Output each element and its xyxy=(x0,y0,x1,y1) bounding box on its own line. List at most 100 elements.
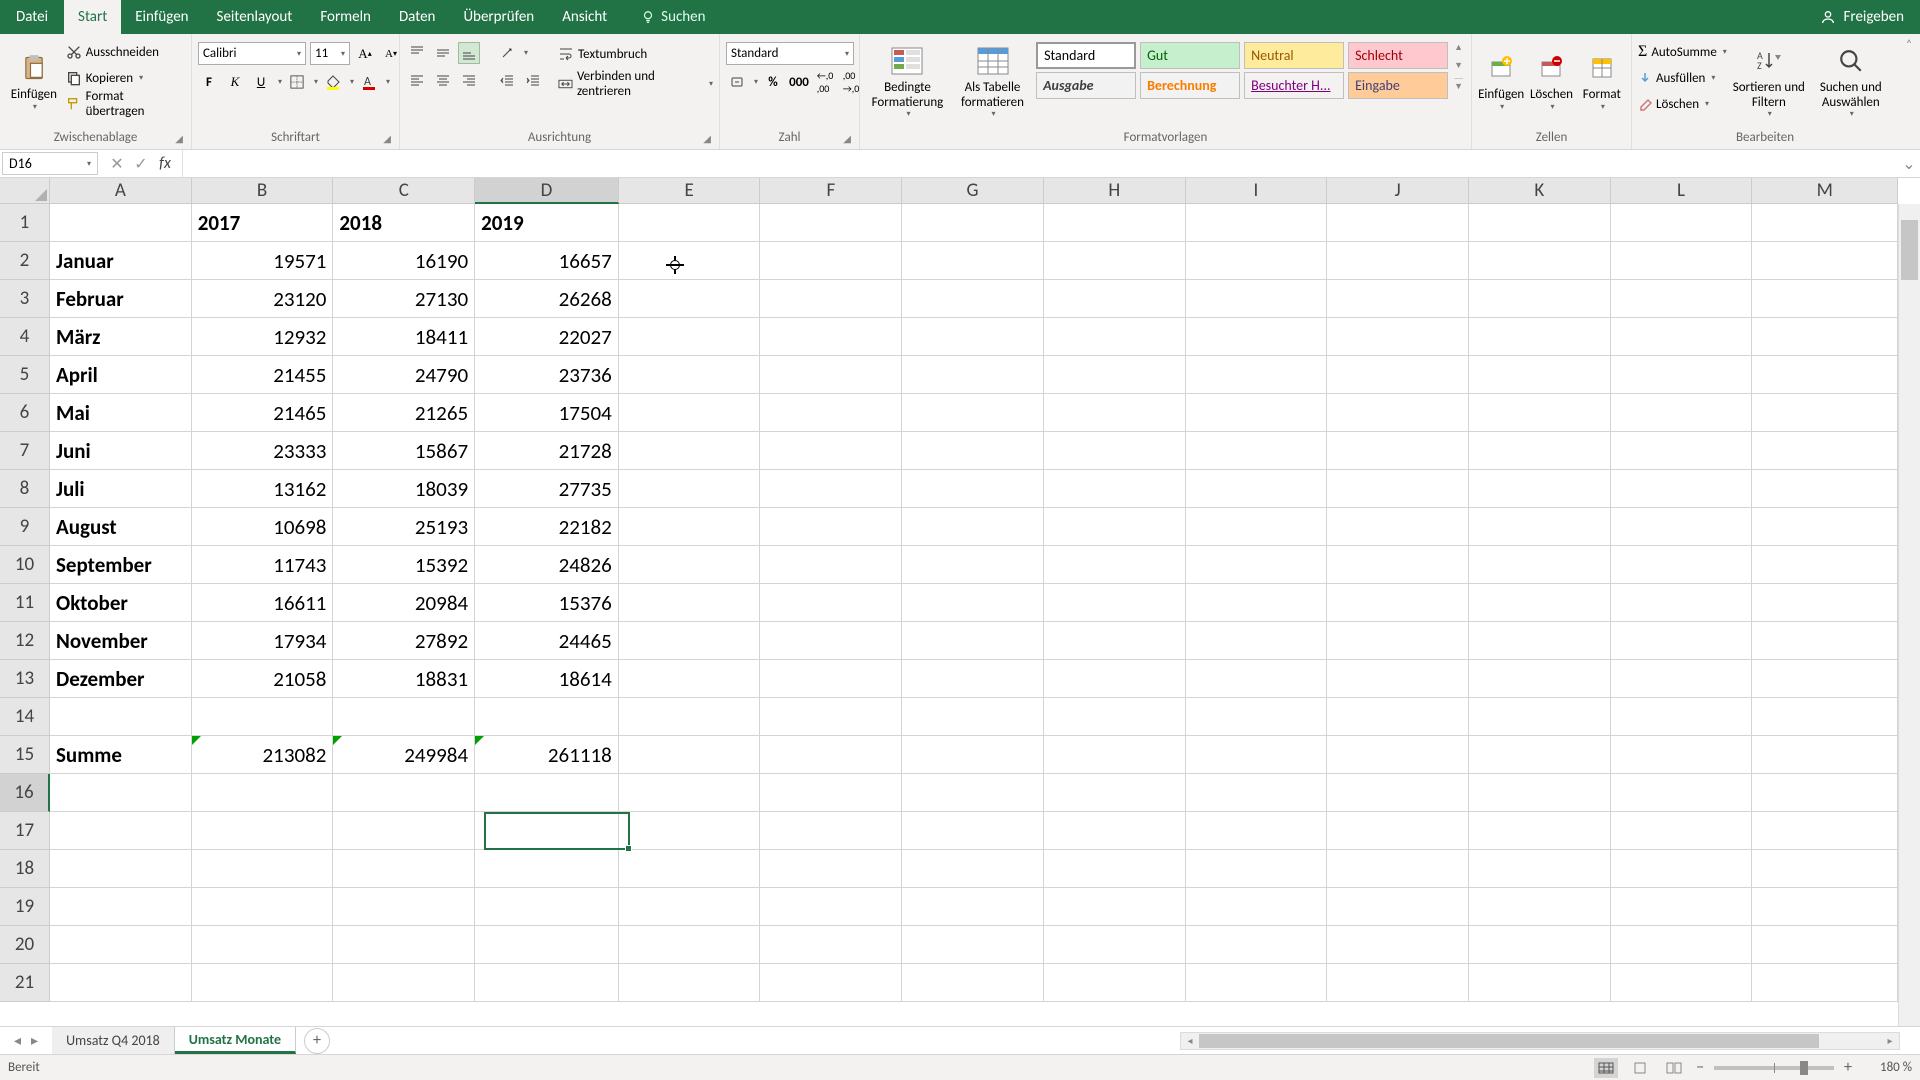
row-header-1[interactable]: 1 xyxy=(0,204,50,242)
cell[interactable]: 213082 xyxy=(192,736,334,774)
row-header-14[interactable]: 14 xyxy=(0,698,50,736)
delete-cells-button[interactable]: Löschen▾ xyxy=(1528,38,1574,122)
cell[interactable] xyxy=(1044,850,1186,888)
cell[interactable]: Summe xyxy=(50,736,192,774)
cancel-formula-button[interactable]: ✕ xyxy=(106,153,128,175)
cell[interactable] xyxy=(760,774,902,812)
enter-formula-button[interactable]: ✓ xyxy=(130,153,152,175)
cell[interactable] xyxy=(760,508,902,546)
cell[interactable] xyxy=(333,964,475,1002)
cell[interactable] xyxy=(902,926,1044,964)
cell[interactable] xyxy=(760,698,902,736)
cell[interactable]: 18411 xyxy=(333,318,475,356)
row-header-17[interactable]: 17 xyxy=(0,812,50,850)
cell[interactable] xyxy=(902,204,1044,242)
cell[interactable] xyxy=(1469,280,1611,318)
align-left-button[interactable] xyxy=(406,70,428,92)
sheet-tab-1[interactable]: Umsatz Monate xyxy=(175,1027,296,1054)
cell[interactable] xyxy=(1752,280,1898,318)
column-header-A[interactable]: A xyxy=(50,178,192,204)
cell[interactable] xyxy=(619,356,761,394)
column-header-I[interactable]: I xyxy=(1186,178,1328,204)
cell[interactable] xyxy=(475,926,619,964)
cell[interactable] xyxy=(1611,964,1753,1002)
cell[interactable] xyxy=(192,698,334,736)
align-middle-button[interactable] xyxy=(432,42,454,64)
row-header-4[interactable]: 4 xyxy=(0,318,50,356)
cell[interactable] xyxy=(1611,812,1753,850)
cell[interactable] xyxy=(1611,850,1753,888)
format-painter-button[interactable]: Format übertragen xyxy=(66,92,185,116)
cell[interactable] xyxy=(1186,508,1328,546)
row-header-11[interactable]: 11 xyxy=(0,584,50,622)
cell[interactable]: 27130 xyxy=(333,280,475,318)
wrap-text-button[interactable]: Textumbruch xyxy=(558,42,713,66)
cell[interactable] xyxy=(1186,318,1328,356)
cell[interactable] xyxy=(1044,546,1186,584)
align-top-button[interactable] xyxy=(406,42,428,64)
cell[interactable] xyxy=(902,432,1044,470)
align-bottom-button[interactable] xyxy=(458,42,480,64)
cell[interactable] xyxy=(760,242,902,280)
cellstyle-standard[interactable]: Standard xyxy=(1036,42,1136,69)
font-name-combo[interactable]: Calibri▾ xyxy=(198,42,306,65)
cell[interactable] xyxy=(760,660,902,698)
cell[interactable] xyxy=(333,774,475,812)
styles-more[interactable]: ▼ xyxy=(1454,78,1463,92)
cell[interactable] xyxy=(760,204,902,242)
cell[interactable] xyxy=(760,280,902,318)
cell[interactable]: 2018 xyxy=(333,204,475,242)
worksheet-grid[interactable]: ABCDEFGHIJKLM 12345678910111213141516171… xyxy=(0,178,1920,1026)
cell[interactable]: 17934 xyxy=(192,622,334,660)
row-header-8[interactable]: 8 xyxy=(0,470,50,508)
cell[interactable] xyxy=(1752,204,1898,242)
cell[interactable]: September xyxy=(50,546,192,584)
cell[interactable] xyxy=(760,964,902,1002)
cell[interactable] xyxy=(50,204,192,242)
cellstyle-eingabe[interactable]: Eingabe xyxy=(1348,72,1448,99)
row-header-18[interactable]: 18 xyxy=(0,850,50,888)
cell[interactable] xyxy=(1327,394,1469,432)
cell[interactable]: 25193 xyxy=(333,508,475,546)
cell[interactable] xyxy=(1469,622,1611,660)
sort-filter-button[interactable]: AZSortieren und Filtern▾ xyxy=(1731,38,1807,122)
cell[interactable] xyxy=(1752,964,1898,1002)
cell[interactable] xyxy=(619,394,761,432)
cell[interactable] xyxy=(1186,546,1328,584)
cell[interactable]: 18831 xyxy=(333,660,475,698)
cell[interactable] xyxy=(619,888,761,926)
cell[interactable] xyxy=(902,964,1044,1002)
column-header-B[interactable]: B xyxy=(192,178,334,204)
cell[interactable] xyxy=(760,394,902,432)
cell[interactable]: Mai xyxy=(50,394,192,432)
font-color-button[interactable]: A xyxy=(358,71,380,93)
cell[interactable] xyxy=(1469,736,1611,774)
cell[interactable] xyxy=(1469,546,1611,584)
cell[interactable] xyxy=(619,774,761,812)
cell[interactable] xyxy=(1186,660,1328,698)
cell[interactable]: 22027 xyxy=(475,318,619,356)
cell[interactable]: April xyxy=(50,356,192,394)
dialog-launcher-icon[interactable]: ◢ xyxy=(383,132,391,145)
cell[interactable]: 18039 xyxy=(333,470,475,508)
cell[interactable] xyxy=(619,850,761,888)
cell[interactable] xyxy=(902,242,1044,280)
cell[interactable]: August xyxy=(50,508,192,546)
clear-button[interactable]: Löschen▾ xyxy=(1638,92,1727,116)
zoom-in-button[interactable]: + xyxy=(1844,1058,1852,1077)
cell[interactable] xyxy=(619,622,761,660)
row-header-12[interactable]: 12 xyxy=(0,622,50,660)
scrollbar-thumb[interactable] xyxy=(1199,1034,1819,1048)
merge-center-button[interactable]: Verbinden und zentrieren▾ xyxy=(558,72,713,96)
sheet-nav-prev[interactable]: ◂ xyxy=(14,1032,21,1049)
cell[interactable] xyxy=(1752,318,1898,356)
cell[interactable] xyxy=(50,850,192,888)
column-header-H[interactable]: H xyxy=(1044,178,1186,204)
cell[interactable]: 23120 xyxy=(192,280,334,318)
scroll-left-button[interactable]: ◂ xyxy=(1181,1033,1199,1049)
cell[interactable] xyxy=(1044,888,1186,926)
cell[interactable] xyxy=(1044,926,1186,964)
cell[interactable] xyxy=(475,698,619,736)
cell[interactable] xyxy=(1469,888,1611,926)
cell[interactable] xyxy=(1327,812,1469,850)
